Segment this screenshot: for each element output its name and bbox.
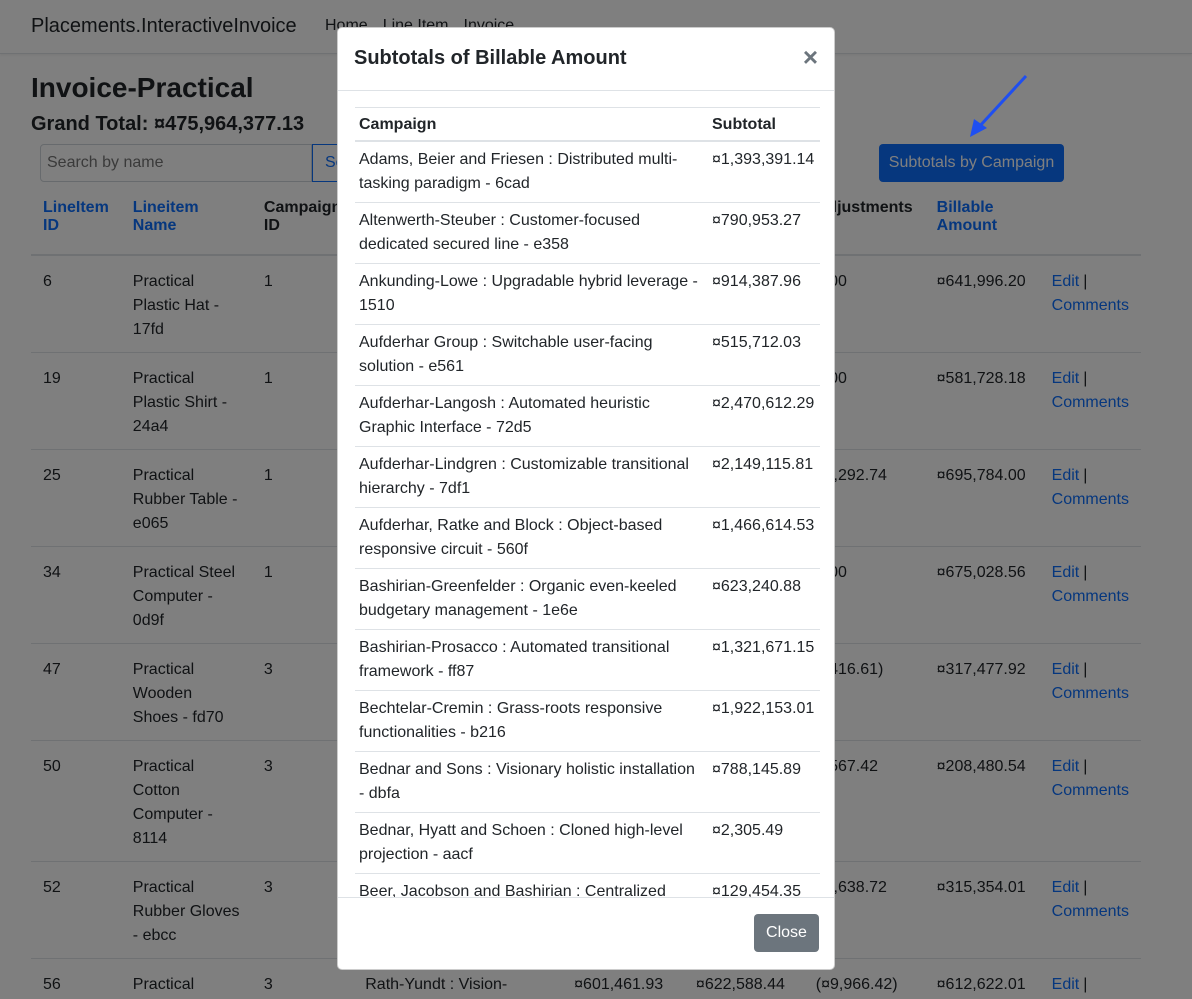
subtotal-row: Adams, Beier and Friesen : Distributed m… — [355, 141, 820, 203]
campaign-name-cell: Aufderhar, Ratke and Block : Object-base… — [355, 507, 708, 569]
subtotals-header-row: Campaign Subtotal — [355, 107, 820, 142]
campaign-name-cell: Adams, Beier and Friesen : Distributed m… — [355, 141, 708, 203]
subtotal-row: Aufderhar-Langosh : Automated heuristic … — [355, 385, 820, 447]
campaign-name-cell: Bechtelar-Cremin : Grass-roots responsiv… — [355, 690, 708, 752]
campaign-name-cell: Bashirian-Prosacco : Automated transitio… — [355, 629, 708, 691]
subtotal-cell: ¤788,145.89 — [708, 751, 820, 813]
campaign-name-cell: Aufderhar Group : Switchable user-facing… — [355, 324, 708, 386]
subtotal-cell: ¤623,240.88 — [708, 568, 820, 630]
modal-body[interactable]: Campaign Subtotal Adams, Beier and Fries… — [338, 92, 834, 900]
modal-footer: Close — [338, 897, 834, 969]
subtotal-row: Altenwerth-Steuber : Customer-focused de… — [355, 202, 820, 264]
subtotal-cell: ¤1,393,391.14 — [708, 141, 820, 203]
subtotal-cell: ¤1,466,614.53 — [708, 507, 820, 569]
subtotal-cell: ¤2,305.49 — [708, 812, 820, 874]
campaign-name-cell: Bednar and Sons : Visionary holistic ins… — [355, 751, 708, 813]
subtotal-row: Bashirian-Greenfelder : Organic even-kee… — [355, 568, 820, 630]
modal-header: Subtotals of Billable Amount × — [338, 28, 834, 91]
subtotals-modal: Subtotals of Billable Amount × Campaign … — [337, 27, 835, 970]
subtotal-cell: ¤1,321,671.15 — [708, 629, 820, 691]
subtotal-row: Ankunding-Lowe : Upgradable hybrid lever… — [355, 263, 820, 325]
subtotal-row: Bechtelar-Cremin : Grass-roots responsiv… — [355, 690, 820, 752]
modal-title: Subtotals of Billable Amount — [354, 47, 627, 69]
campaign-name-cell: Bednar, Hyatt and Schoen : Cloned high-l… — [355, 812, 708, 874]
column-header-subtotal: Subtotal — [708, 107, 820, 142]
column-header-campaign: Campaign — [355, 107, 708, 142]
subtotal-row: Aufderhar Group : Switchable user-facing… — [355, 324, 820, 386]
campaign-name-cell: Ankunding-Lowe : Upgradable hybrid lever… — [355, 263, 708, 325]
close-button[interactable]: Close — [754, 914, 819, 952]
subtotal-cell: ¤1,922,153.01 — [708, 690, 820, 752]
subtotal-cell: ¤790,953.27 — [708, 202, 820, 264]
campaign-name-cell: Bashirian-Greenfelder : Organic even-kee… — [355, 568, 708, 630]
campaign-name-cell: Altenwerth-Steuber : Customer-focused de… — [355, 202, 708, 264]
subtotal-row: Bednar and Sons : Visionary holistic ins… — [355, 751, 820, 813]
subtotal-row: Aufderhar, Ratke and Block : Object-base… — [355, 507, 820, 569]
subtotal-row: Aufderhar-Lindgren : Customizable transi… — [355, 446, 820, 508]
subtotal-cell: ¤2,470,612.29 — [708, 385, 820, 447]
campaign-name-cell: Aufderhar-Lindgren : Customizable transi… — [355, 446, 708, 508]
subtotal-cell: ¤2,149,115.81 — [708, 446, 820, 508]
subtotal-cell: ¤914,387.96 — [708, 263, 820, 325]
annotation-arrow-icon — [970, 74, 1028, 137]
subtotals-table: Campaign Subtotal Adams, Beier and Fries… — [355, 107, 820, 900]
subtotal-row: Bednar, Hyatt and Schoen : Cloned high-l… — [355, 812, 820, 874]
subtotal-cell: ¤515,712.03 — [708, 324, 820, 386]
campaign-name-cell: Aufderhar-Langosh : Automated heuristic … — [355, 385, 708, 447]
close-icon[interactable]: × — [803, 42, 818, 72]
subtotal-row: Bashirian-Prosacco : Automated transitio… — [355, 629, 820, 691]
